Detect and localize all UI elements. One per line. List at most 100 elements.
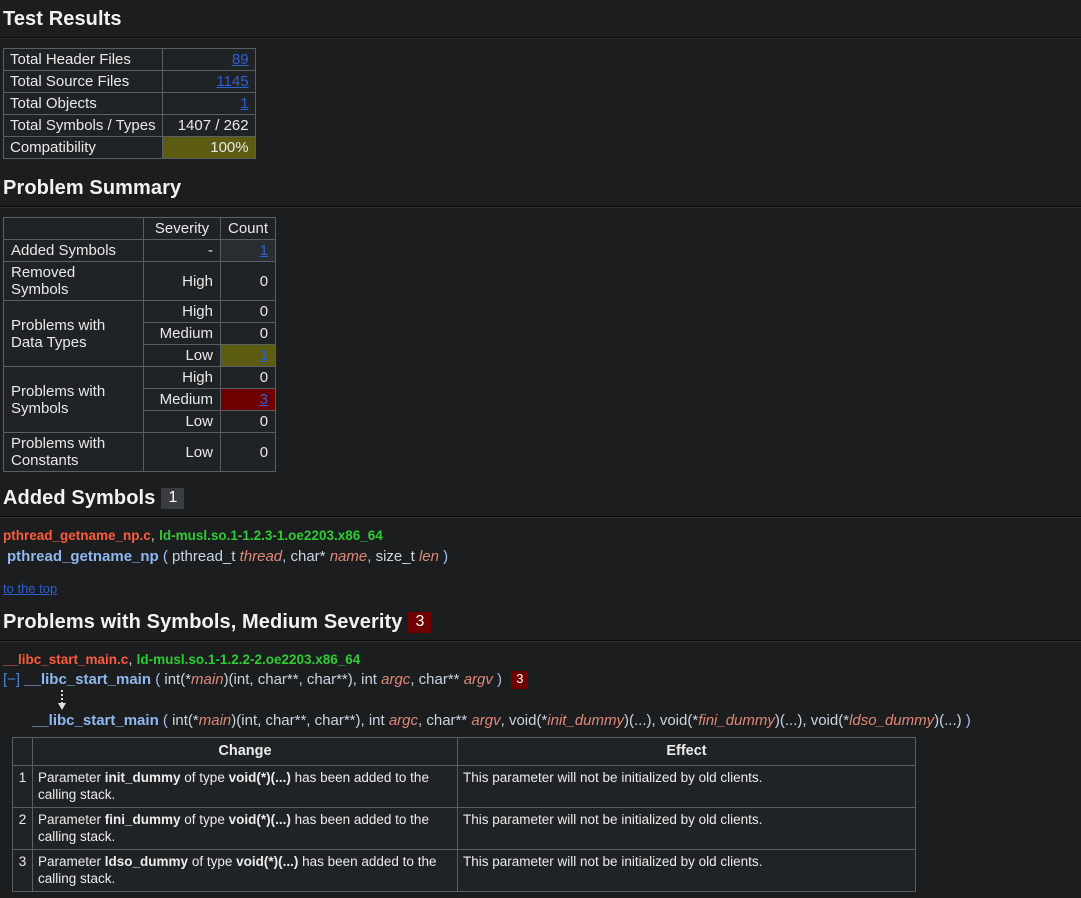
new-symbol-name: __libc_start_main: [32, 712, 159, 729]
problem-summary-severity-symbols-medium: Medium: [143, 388, 221, 411]
changes-header-index: [12, 736, 33, 766]
symbols-medium-count-link[interactable]: 3: [260, 391, 268, 408]
old-param-tail-1: ,: [410, 671, 415, 689]
new-param-tail-5: )(...): [934, 712, 962, 729]
table-row: Total Header Files 89: [3, 48, 256, 71]
problem-summary-header-count: Count: [219, 217, 277, 240]
paren-close: ): [497, 671, 503, 689]
table-row: Problems with Constants Low 0: [3, 432, 277, 472]
problem-summary-category-data-types: Problems with Data Types: [3, 300, 144, 367]
paren-close: ): [965, 712, 971, 729]
problem-summary-count-symbols-medium: 3: [219, 388, 277, 411]
report-page: Test Results Total Header Files 89 Total…: [0, 8, 1081, 892]
new-param-type-4: void(*: [659, 712, 699, 729]
table-row: 2 Parameter fini_dummy of type void(*)(.…: [12, 806, 916, 850]
problem-summary-header-blank: [3, 217, 144, 240]
table-row: Added Symbols - 1: [3, 239, 277, 262]
paren-open: (: [155, 671, 161, 689]
problems-symbols-heading-text: Problems with Symbols, Medium Severity: [3, 610, 403, 633]
change-type: void(*)(...): [228, 769, 291, 785]
header-files-link[interactable]: 89: [232, 51, 249, 68]
problem-summary-count-datatypes-medium: 0: [219, 322, 277, 345]
page-title: Test Results: [3, 8, 122, 30]
test-results-label-source-files: Total Source Files: [3, 70, 163, 93]
category-line-2: Symbols: [11, 399, 69, 417]
source-files-link[interactable]: 1145: [216, 73, 248, 90]
problems-symbols-badge: 3: [408, 611, 432, 633]
problem-summary-category-removed-symbols: Removed Symbols: [3, 261, 144, 301]
change-row-index-3: 3: [12, 848, 33, 892]
problem-summary-header-severity: Severity: [143, 217, 221, 240]
divider: [0, 37, 1081, 39]
problem-summary-severity-constants-low: Low: [143, 432, 221, 472]
changes-header-change: Change: [32, 736, 458, 766]
change-pre: Parameter: [38, 769, 105, 785]
datatypes-low-count-link[interactable]: 1: [260, 347, 268, 364]
problem-summary-count-added-symbols: 1: [219, 239, 277, 262]
added-symbols-count-link[interactable]: 1: [260, 242, 268, 259]
test-results-value-objects: 1: [161, 92, 256, 115]
problem-summary-category-added-symbols: Added Symbols: [3, 239, 144, 262]
separator: ,: [150, 527, 155, 544]
change-pre: Parameter: [38, 853, 105, 869]
added-symbols-title: Added Symbols 1: [3, 487, 1081, 510]
new-param-tail-3: )(...),: [624, 712, 656, 729]
new-param-tail-4: )(...),: [774, 712, 807, 729]
change-param: fini_dummy: [104, 811, 181, 827]
table-row: Problems with Symbols High 0: [3, 366, 277, 433]
problem-summary-severity-symbols-high: High: [143, 366, 221, 389]
problem-summary-severity-datatypes-low: Low: [143, 344, 221, 367]
added-symbol-origin: pthread_getname_np.c, ld-musl.so.1-1.2.3…: [3, 527, 1081, 546]
divider: [0, 639, 1081, 642]
problems-symbols-title: Problems with Symbols, Medium Severity 3: [3, 611, 1081, 634]
change-mid: of type: [188, 853, 237, 869]
old-param-tail-0: )(int, char**, char**),: [223, 671, 357, 689]
change-mid: of type: [180, 811, 229, 827]
collapse-toggle[interactable]: [−]: [3, 671, 20, 688]
test-results-value-symbols-types: 1407 / 262: [161, 114, 256, 137]
paren-close: ): [443, 547, 449, 565]
change-row-index-2: 2: [12, 806, 33, 850]
change-param: init_dummy: [104, 769, 181, 785]
table-header-row: Severity Count: [3, 217, 277, 240]
problem-symbol-old-signature: [−] __libc_start_main ( int(*main)(int, …: [3, 671, 1081, 690]
change-row-description-3: Parameter ldso_dummy of type void(*)(...…: [32, 848, 458, 892]
new-param-tail-2: ,: [500, 712, 505, 729]
change-pre: Parameter: [38, 811, 105, 827]
problem-symbol-source-file: __libc_start_main.c: [3, 651, 129, 667]
changes-table: Change Effect 1 Parameter init_dummy of …: [12, 736, 916, 892]
problem-summary-category-symbols: Problems with Symbols: [3, 366, 144, 433]
problem-summary-severity-added-symbols: -: [143, 239, 221, 262]
table-row: Total Objects 1: [3, 92, 256, 115]
added-symbol-source-file: pthread_getname_np.c: [3, 528, 151, 543]
added-symbols-block: pthread_getname_np.c, ld-musl.so.1-1.2.3…: [3, 527, 1081, 567]
table-header-row: Change Effect: [12, 736, 916, 766]
old-param-name-2: argv: [463, 671, 493, 689]
old-param-type-2: char**: [418, 671, 460, 689]
problem-summary-count-datatypes-high: 0: [219, 300, 277, 323]
new-param-type-2: char**: [426, 712, 468, 729]
transition-arrow: [55, 690, 1081, 710]
paren-open: (: [162, 712, 168, 729]
to-the-top-link[interactable]: to the top: [3, 581, 57, 596]
test-results-label-header-files: Total Header Files: [3, 48, 163, 71]
param-name-1: name: [329, 547, 368, 565]
change-mid: of type: [180, 769, 229, 785]
new-param-name-2: argv: [471, 712, 501, 729]
change-param: ldso_dummy: [104, 853, 189, 869]
objects-link[interactable]: 1: [240, 95, 248, 112]
change-row-index-1: 1: [12, 764, 33, 808]
param-name-0: thread: [239, 547, 283, 565]
new-param-type-3: void(*: [508, 712, 548, 729]
test-results-value-source-files: 1145: [161, 70, 256, 93]
category-line-2: Constants: [11, 452, 79, 469]
old-param-name-1: argc: [381, 671, 411, 689]
problem-symbol-library: ld-musl.so.1-1.2.2-2.oe2203.x86_64: [136, 651, 361, 667]
problem-summary-severity-datatypes-medium: Medium: [143, 322, 221, 345]
test-results-label-symbols-types: Total Symbols / Types: [3, 114, 163, 137]
problem-summary-category-constants: Problems with Constants: [3, 432, 144, 472]
new-param-type-1: int: [368, 712, 385, 729]
table-row: Removed Symbols High 0: [3, 261, 277, 301]
change-type: void(*)(...): [228, 811, 291, 827]
table-row: Total Source Files 1145: [3, 70, 256, 93]
